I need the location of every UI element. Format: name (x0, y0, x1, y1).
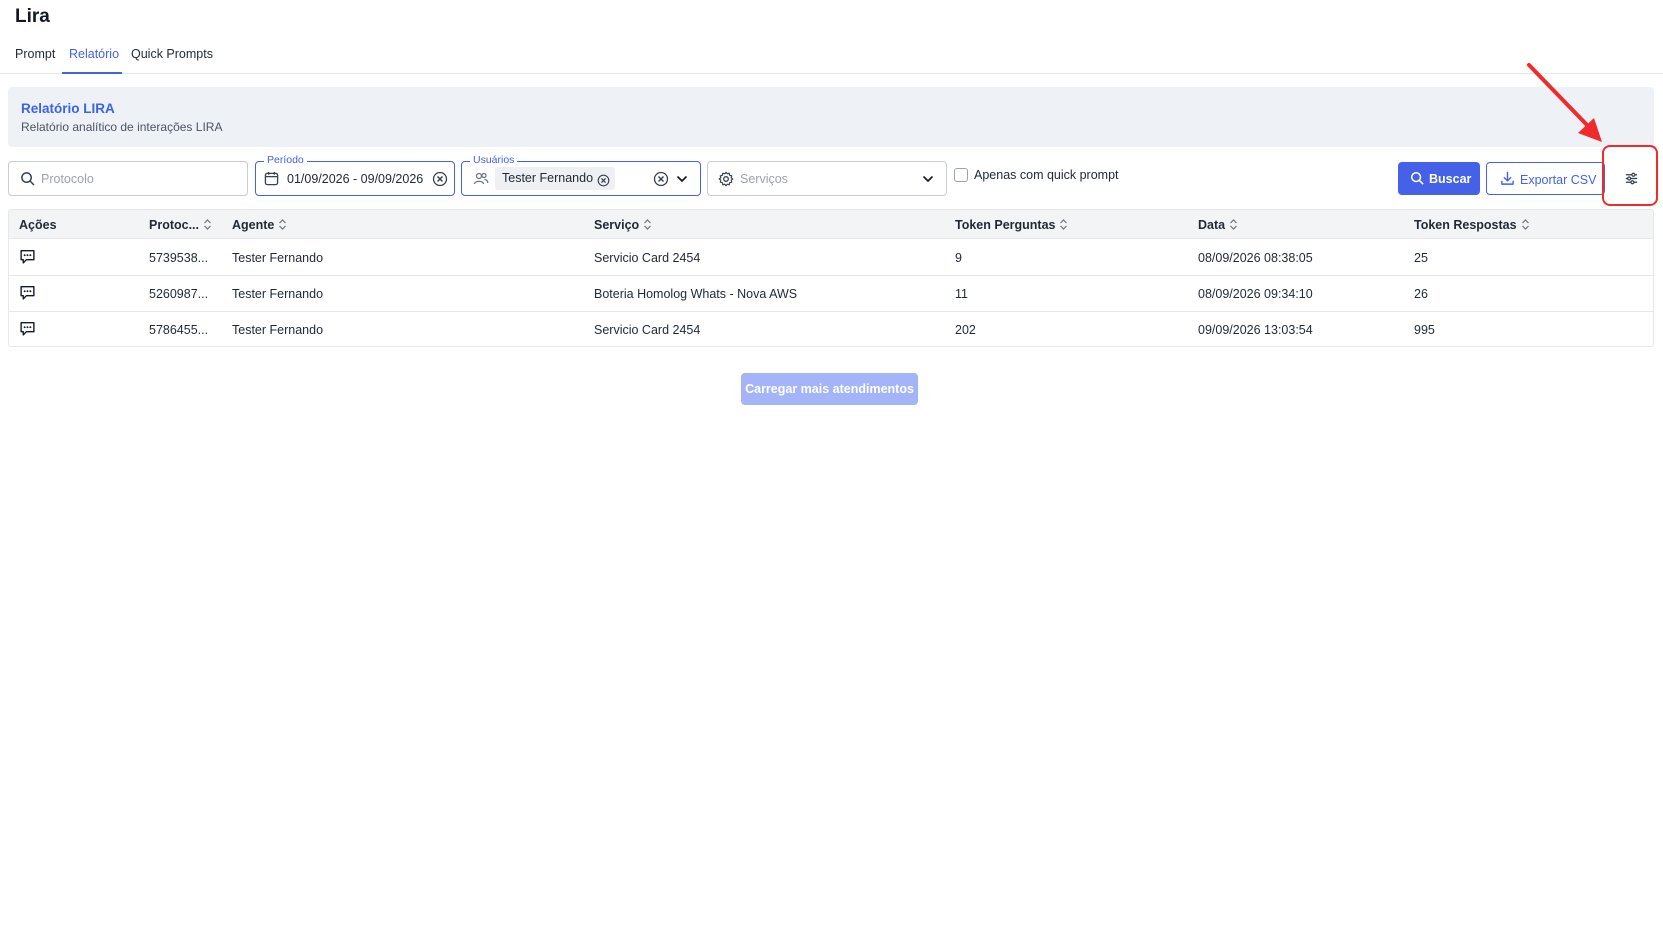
col-token-perguntas[interactable]: Token Perguntas (955, 218, 1068, 233)
cell-protocolo: 5739538... (149, 251, 209, 265)
cell-token-perguntas: 202 (955, 323, 976, 337)
clear-users-icon[interactable] (653, 171, 669, 192)
chat-icon[interactable] (19, 320, 36, 342)
tab-quick-prompts[interactable]: Quick Prompts (131, 47, 213, 61)
banner-subtitle: Relatório analítico de interações LIRA (21, 120, 223, 134)
cell-token-respostas: 995 (1414, 323, 1435, 337)
sort-icon (1521, 219, 1530, 233)
cell-agente: Tester Fernando (232, 251, 324, 265)
sort-icon (1059, 219, 1068, 233)
col-data[interactable]: Data (1198, 218, 1238, 233)
users-icon (473, 171, 489, 191)
chat-icon[interactable] (19, 284, 36, 306)
cell-protocolo: 5260987... (149, 287, 209, 301)
chevron-down-icon[interactable] (922, 172, 934, 190)
chat-icon[interactable] (19, 248, 36, 270)
cell-data: 08/09/2026 08:38:05 (1198, 251, 1313, 265)
col-servico[interactable]: Serviço (594, 218, 652, 233)
sort-icon (1229, 219, 1238, 233)
export-csv-button[interactable]: Exportar CSV (1486, 162, 1605, 195)
report-table: Ações Protoc... Agente Serviço Token Per… (8, 209, 1654, 347)
gear-icon (718, 171, 734, 192)
search-icon (1410, 171, 1424, 188)
col-token-perguntas-label: Token Perguntas (955, 218, 1056, 232)
cell-data: 08/09/2026 09:34:10 (1198, 287, 1313, 301)
export-csv-label: Exportar CSV (1520, 173, 1597, 187)
col-acoes: Ações (19, 218, 57, 232)
table-row: 5786455... Tester Fernando Servicio Card… (9, 312, 1653, 346)
sort-icon (203, 219, 212, 233)
servicos-placeholder: Serviços (740, 172, 788, 186)
col-agente-label: Agente (232, 218, 275, 232)
cell-token-perguntas: 9 (955, 251, 962, 265)
cell-token-respostas: 26 (1414, 287, 1428, 301)
protocolo-placeholder: Protocolo (41, 172, 94, 186)
app-title: Lira (15, 6, 50, 27)
cell-protocolo: 5786455... (149, 323, 209, 337)
sort-icon (278, 219, 287, 233)
periodo-date-range-field[interactable]: Período 01/09/2026 - 09/09/2026 (255, 154, 455, 196)
col-data-label: Data (1198, 218, 1226, 232)
col-servico-label: Serviço (594, 218, 640, 232)
clear-date-icon[interactable] (432, 171, 448, 192)
col-token-respostas[interactable]: Token Respostas (1414, 218, 1530, 233)
cell-agente: Tester Fernando (232, 287, 324, 301)
sliders-icon (1624, 171, 1639, 191)
col-token-respostas-label: Token Respostas (1414, 218, 1517, 232)
load-more-button[interactable]: Carregar mais atendimentos (741, 373, 918, 405)
search-icon (20, 171, 35, 191)
tab-bar: Prompt Relatório Quick Prompts (0, 42, 1663, 74)
cell-data: 09/09/2026 13:03:54 (1198, 323, 1313, 337)
chevron-down-icon[interactable] (676, 172, 688, 190)
active-tab-indicator (62, 72, 122, 74)
calendar-icon (264, 171, 279, 191)
user-chip-label: Tester Fernando (502, 171, 594, 185)
cell-servico: Servicio Card 2454 (594, 323, 701, 337)
tab-prompt[interactable]: Prompt (15, 47, 55, 61)
usuarios-label: Usuários (470, 154, 518, 166)
protocolo-search-input[interactable]: Protocolo (8, 161, 248, 196)
search-button-label: Buscar (1429, 172, 1472, 186)
periodo-label: Período (264, 154, 307, 166)
sort-icon (643, 219, 652, 233)
cell-servico: Boteria Homolog Whats - Nova AWS (594, 287, 798, 301)
tab-relatorio[interactable]: Relatório (69, 47, 119, 61)
col-protocolo[interactable]: Protoc... (149, 218, 212, 233)
column-settings-button[interactable] (1610, 162, 1654, 195)
cell-token-perguntas: 11 (955, 287, 968, 301)
download-icon (1500, 171, 1515, 189)
quick-prompt-checkbox[interactable] (954, 168, 968, 182)
remove-chip-icon[interactable] (597, 172, 610, 195)
col-protocolo-label: Protoc... (149, 218, 200, 232)
table-header: Ações Protoc... Agente Serviço Token Per… (9, 210, 1653, 239)
quick-prompt-label: Apenas com quick prompt (974, 168, 1119, 182)
servicos-select[interactable]: Serviços (707, 161, 947, 196)
usuarios-multiselect[interactable]: Usuários Tester Fernando (461, 154, 701, 196)
cell-agente: Tester Fernando (232, 323, 324, 337)
table-row: 5739538... Tester Fernando Servicio Card… (9, 240, 1653, 276)
cell-token-respostas: 25 (1414, 251, 1428, 265)
user-chip: Tester Fernando (495, 167, 616, 190)
banner-title: Relatório LIRA (21, 101, 115, 116)
search-button[interactable]: Buscar (1398, 162, 1480, 195)
col-agente[interactable]: Agente (232, 218, 287, 233)
table-row: 5260987... Tester Fernando Boteria Homol… (9, 276, 1653, 312)
periodo-value: 01/09/2026 - 09/09/2026 (287, 172, 424, 186)
report-banner: Relatório LIRA Relatório analítico de in… (8, 87, 1654, 147)
cell-servico: Servicio Card 2454 (594, 251, 701, 265)
